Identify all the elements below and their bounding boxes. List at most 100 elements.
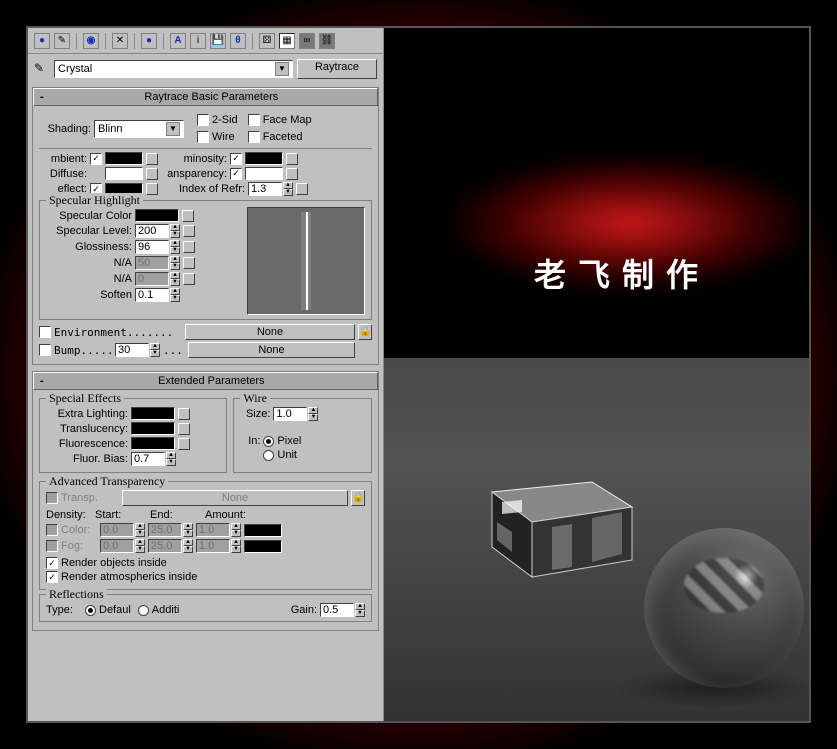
na1-map-button[interactable] <box>183 257 195 269</box>
ambient-checkbox[interactable] <box>90 153 102 165</box>
wire-units-radio[interactable] <box>263 450 274 461</box>
render-atmos-checkbox[interactable] <box>46 571 58 583</box>
spin-down-icon[interactable]: ▼ <box>170 231 180 238</box>
environment-checkbox[interactable] <box>39 326 51 338</box>
extra-lighting-map-button[interactable] <box>178 408 190 420</box>
bump-map-button[interactable]: None <box>188 342 355 358</box>
i-icon[interactable]: i <box>190 33 206 49</box>
transp-checkbox <box>46 492 58 504</box>
environment-lock-icon[interactable]: 🔒 <box>358 324 372 340</box>
spec-level-map-button[interactable] <box>183 225 195 237</box>
environment-map-button[interactable]: None <box>185 324 355 340</box>
dice-icon[interactable]: ⚄ <box>259 33 275 49</box>
na2-map-button[interactable] <box>183 273 195 285</box>
spin-up-icon[interactable]: ▲ <box>283 182 293 189</box>
fluorescence-map-button[interactable] <box>178 438 190 450</box>
diffuse-swatch[interactable] <box>105 167 143 180</box>
spin-up-icon[interactable]: ▲ <box>170 224 180 231</box>
wire-size-input[interactable] <box>273 407 307 421</box>
render-objects-checkbox[interactable] <box>46 557 58 569</box>
a-icon[interactable]: A <box>170 33 186 49</box>
soften-spinner[interactable]: ▲▼ <box>135 288 180 302</box>
spec-color-map-button[interactable] <box>182 210 194 222</box>
ambient-swatch[interactable] <box>105 152 143 165</box>
ior-map-button[interactable] <box>296 183 308 195</box>
wire-size-spinner[interactable]: ▲▼ <box>273 407 318 421</box>
material-type-button[interactable]: Raytrace <box>297 59 377 79</box>
spin-down-icon[interactable]: ▼ <box>150 350 160 357</box>
bump-amount-spinner[interactable]: ▲▼ <box>115 343 160 357</box>
shading-select[interactable]: Blinn ▼ <box>94 120 184 138</box>
glossiness-input[interactable] <box>135 240 169 254</box>
eyedropper-icon[interactable]: ✎ <box>34 61 50 77</box>
rollout-extended-header[interactable]: - Extended Parameters <box>33 372 378 390</box>
glossiness-map-button[interactable] <box>183 241 195 253</box>
spin-down-icon[interactable]: ▼ <box>355 610 365 617</box>
luminosity-map-button[interactable] <box>286 153 298 165</box>
material-name-select[interactable]: Crystal ▼ <box>54 60 293 78</box>
glossiness-spinner[interactable]: ▲▼ <box>135 240 180 254</box>
fluor-bias-spinner[interactable]: ▲▼ <box>131 452 176 466</box>
transp-lock-icon[interactable]: 🔒 <box>351 490 365 506</box>
transparency-map-button[interactable] <box>286 168 298 180</box>
save-icon[interactable]: 💾 <box>210 33 226 49</box>
spin-up-icon[interactable]: ▲ <box>308 407 318 414</box>
diffuse-map-button[interactable] <box>146 168 158 180</box>
spin-up-icon[interactable]: ▲ <box>355 603 365 610</box>
spin-down-icon[interactable]: ▼ <box>170 247 180 254</box>
links-icon[interactable]: ∞ <box>299 33 315 49</box>
transparency-swatch[interactable] <box>245 167 283 180</box>
spin-up-icon[interactable]: ▲ <box>170 240 180 247</box>
bump-amount-input[interactable] <box>115 343 149 357</box>
dropdown-arrow-icon[interactable]: ▼ <box>166 122 180 136</box>
color-start-input <box>100 523 134 537</box>
reflect-map-button[interactable] <box>146 183 158 195</box>
extra-lighting-swatch[interactable] <box>131 407 175 420</box>
translucency-map-button[interactable] <box>178 423 190 435</box>
chain-icon[interactable]: ⛓ <box>319 33 335 49</box>
spin-down-icon[interactable]: ▼ <box>283 189 293 196</box>
spin-up-icon[interactable]: ▲ <box>166 452 176 459</box>
theta-icon[interactable]: θ <box>230 33 246 49</box>
spec-color-label: Specular Color <box>46 210 132 222</box>
fluorescence-swatch[interactable] <box>131 437 175 450</box>
translucency-swatch[interactable] <box>131 422 175 435</box>
fluor-bias-input[interactable] <box>131 452 165 466</box>
dropdown-arrow-icon[interactable]: ▼ <box>275 62 289 76</box>
go-parent-icon[interactable]: ◉ <box>83 33 99 49</box>
transparency-checkbox[interactable] <box>230 168 242 180</box>
sample-sphere-icon[interactable]: ● <box>34 33 50 49</box>
fog-density-swatch[interactable] <box>244 540 282 553</box>
type-additive-radio[interactable] <box>138 605 149 616</box>
na2-label: N/A <box>46 273 132 285</box>
faceted-checkbox[interactable] <box>248 131 260 143</box>
wire-checkbox[interactable] <box>197 131 209 143</box>
spin-down-icon[interactable]: ▼ <box>308 414 318 421</box>
ior-input[interactable] <box>248 182 282 196</box>
spin-down-icon[interactable]: ▼ <box>170 295 180 302</box>
ior-spinner[interactable]: ▲▼ <box>248 182 293 196</box>
spin-down-icon[interactable]: ▼ <box>166 459 176 466</box>
gain-spinner[interactable]: ▲▼ <box>320 603 365 617</box>
wire-pixels-radio[interactable] <box>263 436 274 447</box>
spec-color-swatch[interactable] <box>135 209 179 222</box>
spec-level-input[interactable] <box>135 224 169 238</box>
soften-input[interactable] <box>135 288 169 302</box>
gain-input[interactable] <box>320 603 354 617</box>
luminosity-checkbox[interactable] <box>230 153 242 165</box>
table-icon[interactable]: ▦ <box>279 33 295 49</box>
color-density-swatch[interactable] <box>244 524 282 537</box>
delete-icon[interactable]: ✕ <box>112 33 128 49</box>
ambient-map-button[interactable] <box>146 153 158 165</box>
picker-icon[interactable]: ✎ <box>54 33 70 49</box>
type-default-radio[interactable] <box>85 605 96 616</box>
spec-level-spinner[interactable]: ▲▼ <box>135 224 180 238</box>
rollout-basic-header[interactable]: - Raytrace Basic Parameters <box>33 88 378 106</box>
spin-up-icon[interactable]: ▲ <box>170 288 180 295</box>
two-sided-checkbox[interactable] <box>197 114 209 126</box>
spin-up-icon[interactable]: ▲ <box>150 343 160 350</box>
bump-checkbox[interactable] <box>39 344 51 356</box>
luminosity-swatch[interactable] <box>245 152 283 165</box>
make-preview-icon[interactable]: ● <box>141 33 157 49</box>
face-map-checkbox[interactable] <box>248 114 260 126</box>
